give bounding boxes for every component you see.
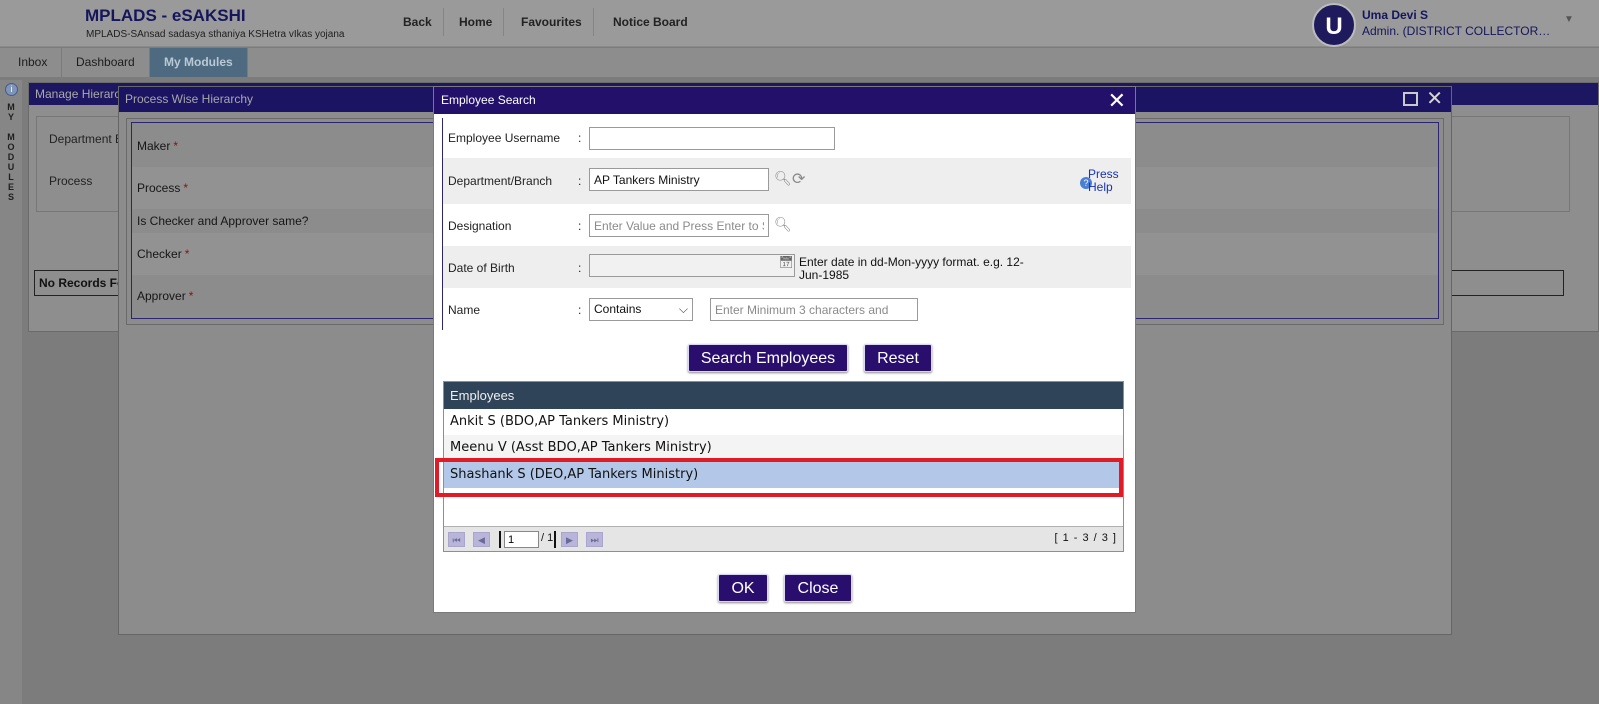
pager-separator: [499, 531, 501, 548]
approver-label: Approver *: [137, 289, 194, 303]
app-title: MPLADS - eSAKSHI: [85, 6, 246, 25]
user-role: Admin. (DISTRICT COLLECTOR…: [1362, 24, 1551, 38]
name-input[interactable]: [710, 298, 918, 321]
username-input[interactable]: [589, 127, 835, 150]
colon: :: [578, 303, 582, 317]
chevron-down-icon: ⌵: [678, 302, 688, 316]
nav-back[interactable]: Back: [392, 8, 444, 36]
tab-inbox[interactable]: Inbox: [4, 48, 63, 77]
page-count: / 1: [541, 532, 554, 544]
avatar[interactable]: U: [1312, 3, 1356, 47]
nav-favourites[interactable]: Favourites: [510, 8, 594, 36]
employee-search-dialog: Employee Search ✕ Employee Username : De…: [433, 86, 1136, 613]
designation-input[interactable]: [589, 214, 769, 237]
rail-label: M Y M O D U L E S: [7, 102, 15, 202]
grid-header: Employees: [444, 382, 1123, 409]
last-page-button[interactable]: ⏭: [586, 532, 603, 547]
pager-separator: [554, 531, 556, 548]
info-icon[interactable]: i: [5, 83, 18, 96]
designation-label: Designation: [448, 219, 512, 233]
table-row-selected[interactable]: Shashank S (DEO,AP Tankers Ministry): [444, 462, 1123, 488]
maker-label: Maker *: [137, 139, 179, 153]
process-label: Process *: [137, 181, 189, 195]
name-match-value: Contains: [594, 302, 642, 316]
app-header: MPLADS - eSAKSHI MPLADS-SAnsad sadasya s…: [0, 0, 1599, 47]
search-icon[interactable]: 🔍︎: [774, 170, 792, 187]
refresh-icon[interactable]: ⟳: [792, 169, 805, 189]
search-icon[interactable]: 🔍︎: [774, 216, 792, 233]
department-input[interactable]: [589, 168, 769, 191]
tab-my-modules[interactable]: My Modules: [150, 48, 248, 77]
reset-button[interactable]: Reset: [864, 344, 932, 372]
table-row[interactable]: Ankit S (BDO,AP Tankers Ministry): [444, 409, 1123, 435]
employee-search-form: Employee Username : Department/Branch : …: [442, 118, 1131, 330]
maximize-icon[interactable]: [1403, 92, 1418, 106]
department-label: Department/Branch: [448, 174, 553, 188]
form-row: Designation : 🔍︎: [443, 204, 1131, 246]
checker-label: Checker *: [137, 247, 190, 261]
name-match-select[interactable]: Contains ⌵: [589, 298, 693, 321]
ok-button[interactable]: OK: [718, 574, 768, 602]
name-label: Name: [448, 303, 481, 317]
colon: :: [578, 219, 582, 233]
page-number-input[interactable]: [504, 531, 539, 548]
main-tab-bar: Inbox Dashboard My Modules: [0, 48, 1599, 77]
process-label: Process: [49, 174, 93, 188]
dob-label: Date of Birth: [448, 261, 515, 275]
calendar-icon[interactable]: 📅︎: [777, 255, 795, 271]
employees-grid: Employees Ankit S (BDO,AP Tankers Minist…: [435, 381, 1124, 552]
username-label: Employee Username: [448, 131, 561, 145]
checker-approver-same-label: Is Checker and Approver same?: [137, 214, 309, 228]
next-page-button[interactable]: ▶: [561, 532, 578, 547]
table-row[interactable]: Meenu V (Asst BDO,AP Tankers Ministry): [444, 435, 1123, 461]
colon: :: [578, 131, 582, 145]
search-employees-button[interactable]: Search Employees: [688, 344, 848, 372]
form-row: Name : Contains ⌵: [443, 288, 1131, 330]
close-button[interactable]: Close: [784, 574, 852, 602]
chevron-down-icon[interactable]: ▼: [1564, 14, 1574, 25]
dob-input[interactable]: [589, 254, 795, 277]
form-row: Date of Birth : 📅︎ Enter date in dd-Mon-…: [443, 246, 1131, 288]
tab-dashboard[interactable]: Dashboard: [62, 48, 150, 77]
user-name: Uma Devi S: [1362, 8, 1429, 22]
first-page-button[interactable]: ⏮: [448, 532, 465, 547]
form-row: Employee Username :: [443, 118, 1131, 158]
press-help-link[interactable]: Press Help: [1088, 168, 1128, 194]
colon: :: [578, 174, 582, 188]
record-range: [ 1 - 3 / 3 ]: [1054, 532, 1117, 544]
close-icon[interactable]: ✕: [1108, 87, 1126, 114]
form-row: Department/Branch : 🔍︎ ⟳ ? Press Help: [443, 158, 1131, 204]
nav-home[interactable]: Home: [448, 8, 505, 36]
nav-notice-board[interactable]: Notice Board: [602, 8, 699, 36]
app-subtitle: MPLADS-SAnsad sadasya sthaniya KSHetra v…: [86, 29, 345, 40]
close-icon[interactable]: ✕: [1426, 87, 1443, 112]
employee-search-title: Employee Search: [434, 87, 1135, 114]
dob-format-hint: Enter date in dd-Mon-yyyy format. e.g. 1…: [799, 255, 1024, 282]
colon: :: [578, 261, 582, 275]
grid-pager: ⏮ ◀ / 1 ▶ ⏭ [ 1 - 3 / 3 ]: [444, 526, 1123, 551]
my-modules-rail[interactable]: i M Y M O D U L E S: [0, 80, 22, 704]
prev-page-button[interactable]: ◀: [473, 532, 490, 547]
department-label: Department B: [49, 132, 124, 146]
